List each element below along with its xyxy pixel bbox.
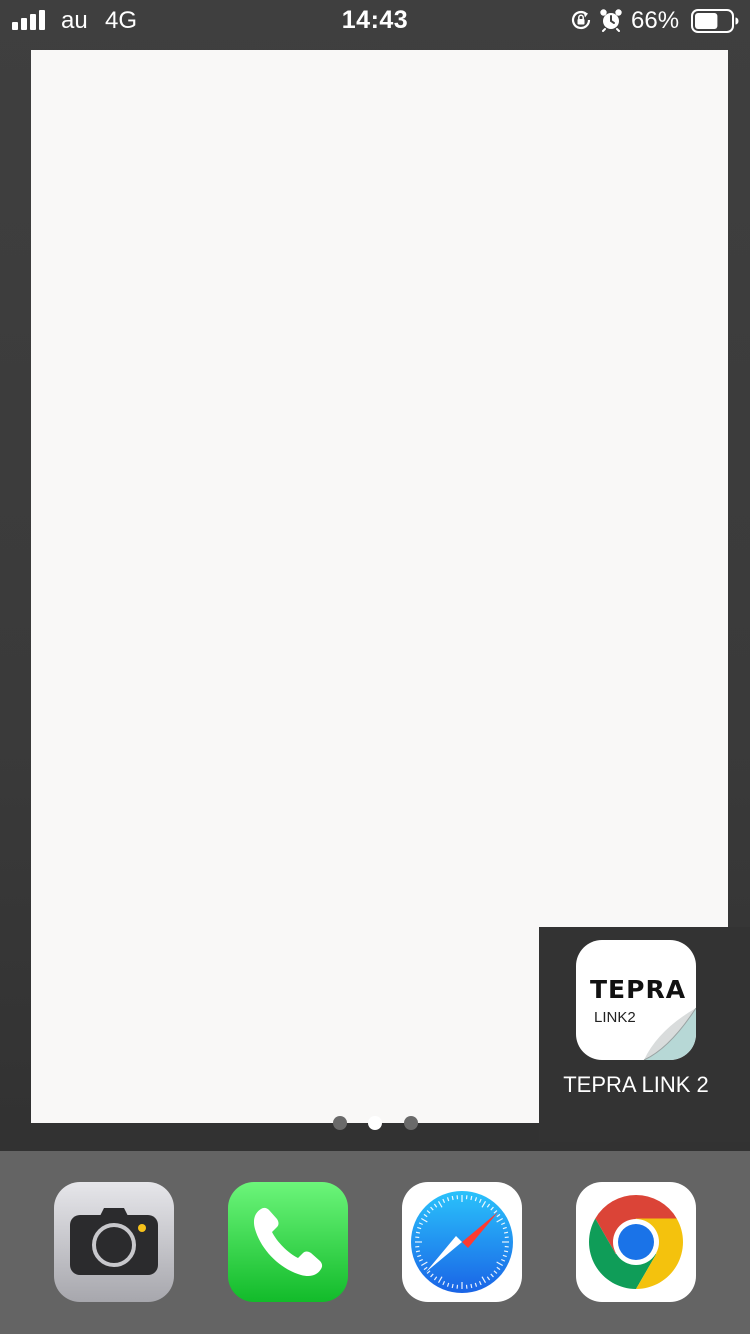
battery-icon (691, 9, 739, 33)
page-dot-2-current[interactable] (368, 1116, 382, 1130)
page-curl-icon (643, 1007, 696, 1060)
alarm-icon (600, 9, 622, 32)
status-bar: au 4G 14:43 66% (0, 0, 750, 42)
page-indicator[interactable] (0, 1116, 750, 1130)
page-dot-1[interactable] (333, 1116, 347, 1130)
page-dot-3[interactable] (404, 1116, 418, 1130)
tepra-logo-subtext: LINK2 (594, 1009, 636, 1026)
safari-icon (402, 1182, 522, 1302)
dock-app-camera[interactable] (54, 1182, 174, 1302)
dock-app-safari[interactable] (402, 1182, 522, 1302)
dock-app-phone[interactable] (228, 1182, 348, 1302)
app-label-tepra-link-2[interactable]: TEPRA LINK 2 (540, 1072, 732, 1098)
phone-icon (228, 1182, 348, 1302)
tepra-logo-text: TEPRA (590, 975, 687, 1004)
chrome-icon (576, 1182, 696, 1302)
dock-app-chrome[interactable] (576, 1182, 696, 1302)
camera-icon (54, 1182, 174, 1302)
app-icon-tepra-link-2[interactable]: TEPRA LINK2 (576, 940, 696, 1060)
dock (0, 1151, 750, 1334)
rotation-lock-icon (571, 10, 591, 30)
battery-percentage: 66% (631, 7, 680, 34)
